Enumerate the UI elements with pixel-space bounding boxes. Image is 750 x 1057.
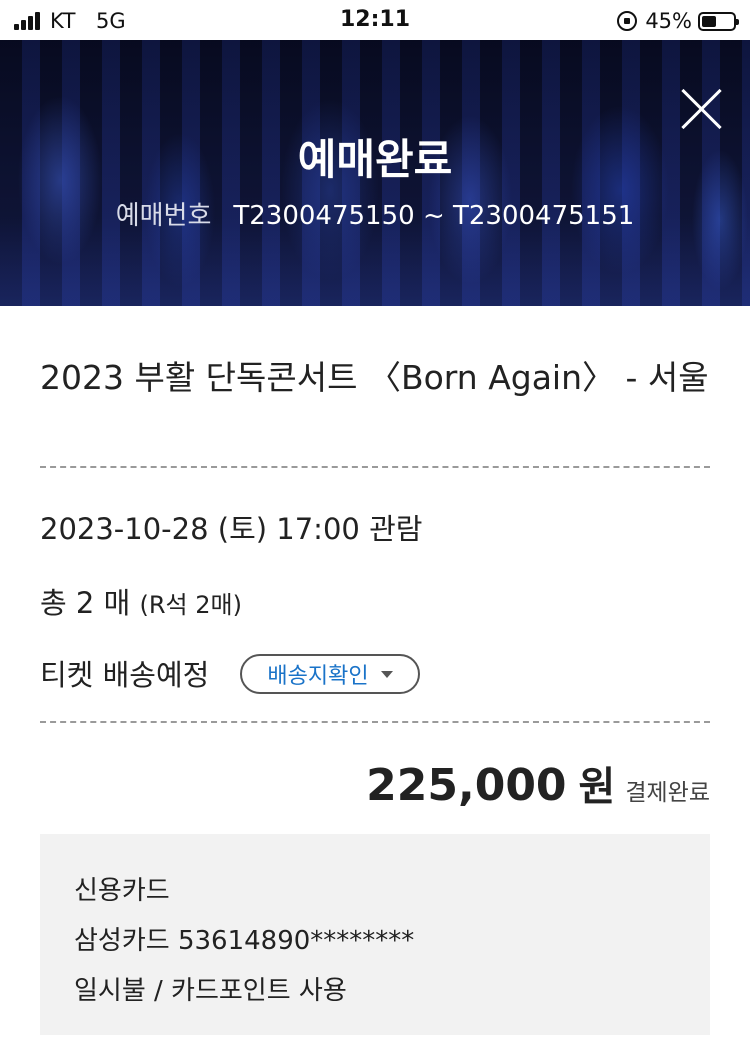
- status-bar: KT 5G 12:11 45%: [0, 0, 750, 40]
- close-button[interactable]: [680, 88, 722, 130]
- page-title: 예매완료: [297, 135, 453, 184]
- event-title: 2023 부활 단독콘서트 〈Born Again〉 - 서울: [40, 358, 709, 397]
- battery-icon: [698, 11, 739, 31]
- ticket-quantity-main: 총 2 매: [40, 586, 131, 620]
- price-unit: 원: [578, 764, 616, 810]
- delivery-label: 티켓 배송예정: [40, 658, 210, 692]
- divider-bottom: [40, 721, 710, 723]
- event-date: 2023-10-28 (토) 17:00 관람: [40, 512, 423, 546]
- rotation-lock-icon: [617, 11, 638, 31]
- ticket-quantity: 총 2 매 (R석 2매): [40, 580, 242, 622]
- payment-method: 신용카드: [74, 876, 170, 906]
- payment-info-box: 신용카드 삼성카드 53614890******** 일시불 / 카드포인트 사…: [40, 834, 710, 1035]
- payment-installment: 일시불 / 카드포인트 사용: [74, 976, 347, 1006]
- ticket-quantity-detail: (R석 2매): [139, 591, 242, 619]
- payment-status: 결제완료: [625, 780, 710, 806]
- price-row: 225,000 원 결제완료: [366, 754, 710, 812]
- chevron-down-icon: [380, 670, 393, 678]
- delivery-address-button-label: 배송지확인: [267, 664, 369, 689]
- divider-top: [40, 466, 710, 468]
- price-amount: 225,000: [366, 760, 567, 811]
- booking-number-value: T2300475150 ~ T2300475151: [233, 201, 635, 231]
- status-right: 45%: [617, 8, 739, 34]
- payment-card: 삼성카드 53614890********: [74, 926, 415, 956]
- header-banner: 예매완료 예매번호 T2300475150 ~ T2300475151: [0, 40, 750, 306]
- battery-percent: 45%: [645, 9, 692, 33]
- booking-number-line: 예매번호 T2300475150 ~ T2300475151: [0, 195, 750, 232]
- booking-number-label: 예매번호: [115, 201, 212, 231]
- delivery-address-button[interactable]: 배송지확인: [240, 654, 420, 694]
- battery-fill: [702, 15, 716, 27]
